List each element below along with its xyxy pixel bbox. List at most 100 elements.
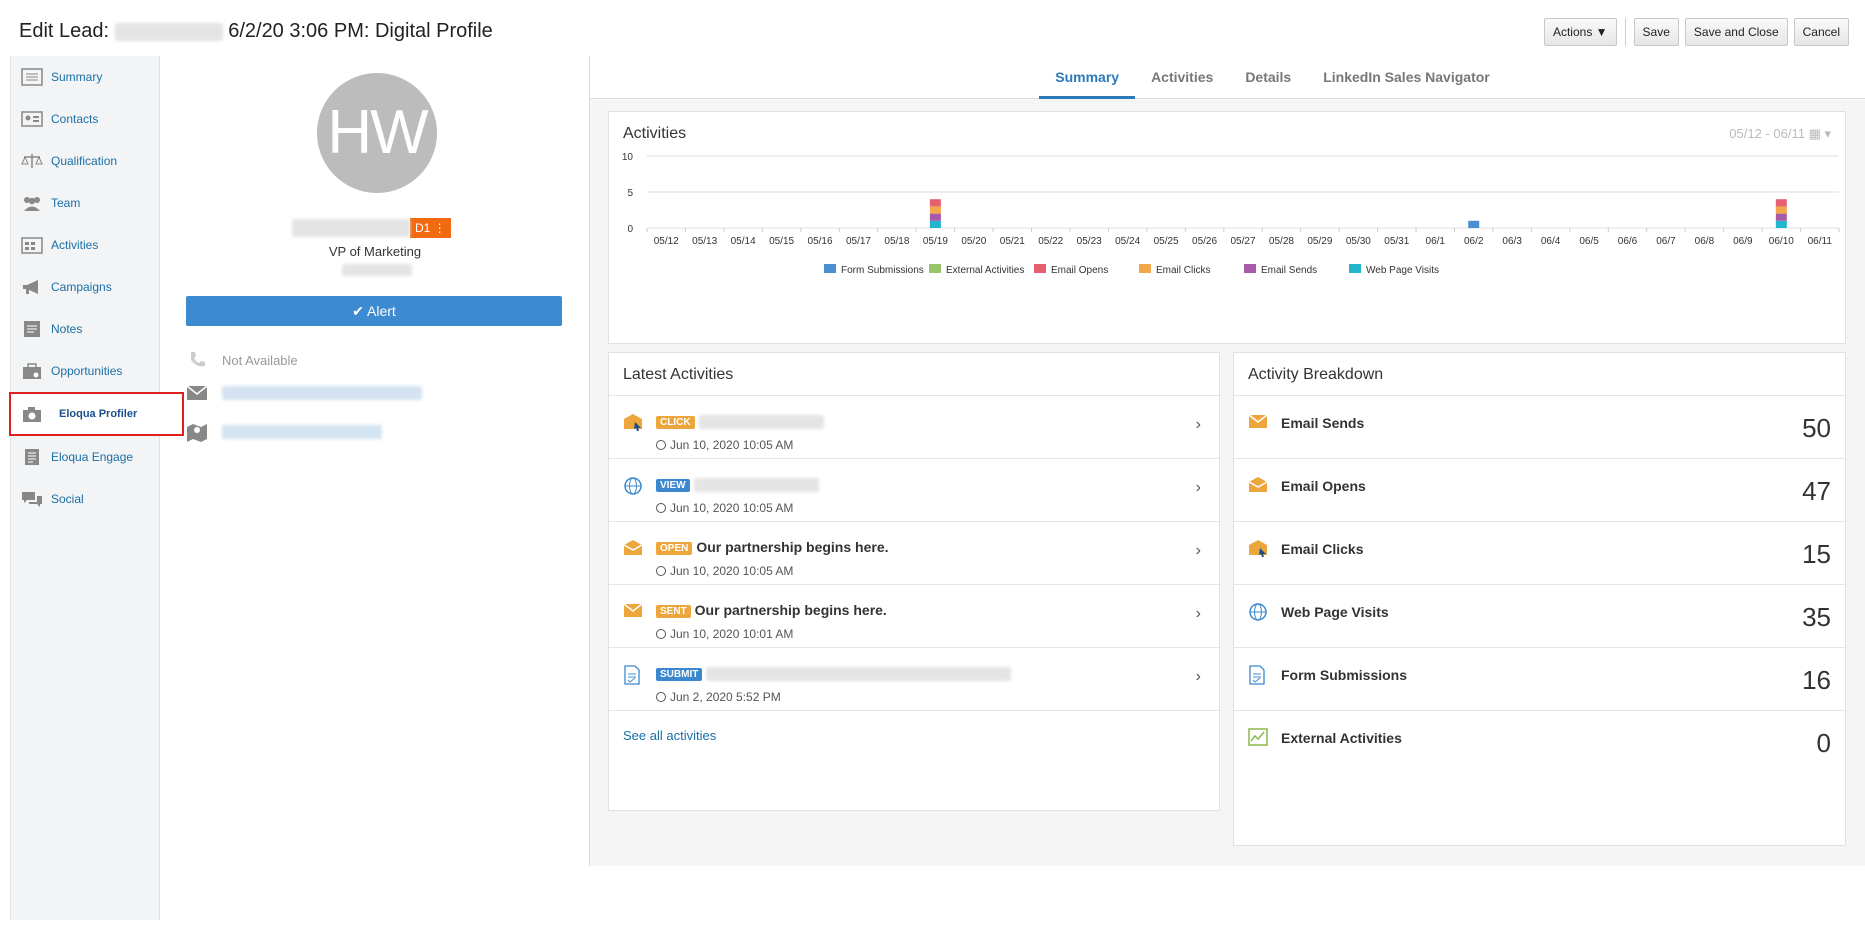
email-icon bbox=[1248, 413, 1268, 431]
x-tick-label: 06/11 bbox=[1808, 236, 1833, 247]
legend-label: Email Clicks bbox=[1156, 265, 1210, 276]
save-and-close-button[interactable]: Save and Close bbox=[1684, 18, 1788, 46]
nav-item-contacts[interactable]: Contacts bbox=[11, 98, 159, 140]
x-tick-label: 05/18 bbox=[884, 236, 909, 247]
nav-item-eloqua-profiler[interactable]: Eloqua Profiler bbox=[9, 392, 184, 436]
clock-icon bbox=[656, 503, 666, 513]
breakdown-label: Form Submissions bbox=[1281, 667, 1408, 683]
redacted-company bbox=[342, 264, 412, 276]
x-tick-label: 06/8 bbox=[1695, 236, 1715, 247]
nav-item-team[interactable]: Team bbox=[11, 182, 159, 224]
address-row bbox=[186, 422, 382, 442]
x-tick-label: 06/6 bbox=[1618, 236, 1638, 247]
latest-activities-card: Latest Activities CLICK Jun 10, 2020 10:… bbox=[608, 352, 1220, 811]
x-tick-label: 05/17 bbox=[846, 236, 871, 247]
x-tick-label: 06/5 bbox=[1579, 236, 1599, 247]
x-tick-label: 05/29 bbox=[1307, 236, 1332, 247]
y-tick-label: 10 bbox=[622, 152, 634, 163]
nav-label: Team bbox=[51, 196, 81, 210]
breakdown-count: 15 bbox=[1802, 539, 1831, 569]
legend-swatch bbox=[1034, 264, 1046, 273]
x-tick-label: 06/3 bbox=[1502, 236, 1522, 247]
nav-item-eloqua-engage[interactable]: Eloqua Engage bbox=[11, 436, 159, 478]
legend-label: Web Page Visits bbox=[1366, 265, 1439, 276]
y-tick-label: 0 bbox=[627, 224, 633, 235]
phone-icon bbox=[186, 350, 208, 370]
bar-segment bbox=[929, 213, 941, 221]
chart-title: Activities bbox=[623, 125, 687, 142]
activities-chart-card: Activities 05/12 - 06/11 ▦ ▾ 0 5 10 05/12 05… bbox=[608, 111, 1846, 344]
email-open-icon bbox=[1248, 476, 1268, 494]
nav-item-social[interactable]: Social bbox=[11, 478, 159, 520]
email-icon bbox=[186, 383, 208, 403]
nav-item-summary[interactable]: Summary bbox=[11, 56, 159, 98]
nav-label: Activities bbox=[51, 238, 99, 252]
x-tick-label: 05/24 bbox=[1115, 236, 1140, 247]
activities-chart: 0 5 10 05/12 05/13 05/14 05/15 05/16 05/17 05/18 0… bbox=[622, 152, 1840, 276]
chevron-right-icon: › bbox=[1195, 542, 1201, 559]
x-tick-label: 05/20 bbox=[961, 236, 986, 247]
cancel-button[interactable]: Cancel bbox=[1793, 18, 1849, 46]
page-title: Edit Lead: 6/2/20 3:06 PM: Digital Profi… bbox=[19, 20, 493, 42]
tab-summary[interactable]: Summary bbox=[1039, 56, 1136, 99]
tab-linkedin-sales-navigator[interactable]: LinkedIn Sales Navigator bbox=[1307, 56, 1506, 99]
legend-label: Form Submissions bbox=[841, 265, 924, 276]
date-range-picker[interactable]: 05/12 - 06/11 ▦ ▾ bbox=[1729, 126, 1831, 142]
left-nav: Summary Contacts Qualification Team Acti… bbox=[9, 56, 184, 920]
team-icon bbox=[21, 194, 43, 212]
avatar: HW bbox=[317, 73, 437, 193]
x-tick-label: 05/16 bbox=[808, 236, 833, 247]
x-tick-label: 06/10 bbox=[1769, 236, 1794, 247]
page-header: Edit Lead: 6/2/20 3:06 PM: Digital Profi… bbox=[0, 0, 1865, 56]
nav-item-notes[interactable]: Notes bbox=[11, 308, 159, 350]
nav-item-opportunities[interactable]: Opportunities bbox=[11, 350, 159, 392]
breakdown-count: 16 bbox=[1802, 665, 1831, 695]
tab-details[interactable]: Details bbox=[1229, 56, 1307, 99]
camera-icon bbox=[21, 405, 43, 423]
calendar-icon: ▦ bbox=[1808, 126, 1821, 141]
redacted-form-name bbox=[706, 667, 1012, 682]
redacted-url bbox=[693, 478, 819, 493]
x-tick-label: 06/2 bbox=[1464, 236, 1484, 247]
legend-swatch bbox=[929, 264, 941, 273]
save-button[interactable]: Save bbox=[1633, 18, 1679, 46]
tab-bar: Summary Activities Details LinkedIn Sale… bbox=[590, 56, 1865, 99]
activity-subject: Our partnership begins here. bbox=[696, 539, 889, 555]
nav-item-campaigns[interactable]: Campaigns bbox=[11, 266, 159, 308]
latest-title: Latest Activities bbox=[623, 366, 734, 383]
redacted-lead-name bbox=[292, 219, 410, 237]
redacted-address-link[interactable] bbox=[222, 425, 382, 439]
tab-activities[interactable]: Activities bbox=[1135, 56, 1229, 99]
job-title: VP of Marketing bbox=[328, 244, 422, 259]
x-tick-label: 06/7 bbox=[1656, 236, 1676, 247]
nav-item-qualification[interactable]: Qualification bbox=[11, 140, 159, 182]
bar-segment bbox=[1775, 206, 1787, 214]
nav-label: Eloqua Engage bbox=[51, 450, 134, 464]
nav-label: Opportunities bbox=[51, 364, 123, 378]
redacted-email-link[interactable] bbox=[222, 386, 422, 400]
header-actions: Actions ▼ Save Save and Close Cancel bbox=[1543, 18, 1849, 46]
x-tick-label: 05/14 bbox=[731, 236, 756, 247]
redacted-url bbox=[698, 415, 824, 430]
x-tick-label: 06/4 bbox=[1541, 236, 1561, 247]
lead-score-badge[interactable]: D1 ⋮ bbox=[410, 218, 451, 238]
activities-icon bbox=[21, 236, 43, 254]
form-icon bbox=[1248, 665, 1268, 685]
email-click-icon bbox=[623, 413, 643, 431]
x-tick-label: 05/13 bbox=[692, 236, 717, 247]
alert-button[interactable]: ✔ Alert bbox=[186, 296, 562, 326]
nav-label: Summary bbox=[51, 70, 103, 84]
x-tick-label: 05/25 bbox=[1154, 236, 1179, 247]
main-content: Summary Activities Details LinkedIn Sale… bbox=[590, 56, 1865, 866]
actions-button[interactable]: Actions ▼ bbox=[1543, 18, 1617, 46]
see-all-activities-link[interactable]: See all activities bbox=[623, 728, 716, 743]
nav-label: Campaigns bbox=[51, 280, 112, 294]
legend-swatch bbox=[1349, 264, 1361, 273]
x-tick-label: 05/19 bbox=[923, 236, 948, 247]
legend-swatch bbox=[824, 264, 836, 273]
nav-item-activities[interactable]: Activities bbox=[11, 224, 159, 266]
x-tick-label: 05/31 bbox=[1384, 236, 1409, 247]
x-tick-label: 06/9 bbox=[1733, 236, 1753, 247]
legend-swatch bbox=[1244, 264, 1256, 273]
phone-value: Not Available bbox=[222, 352, 298, 368]
